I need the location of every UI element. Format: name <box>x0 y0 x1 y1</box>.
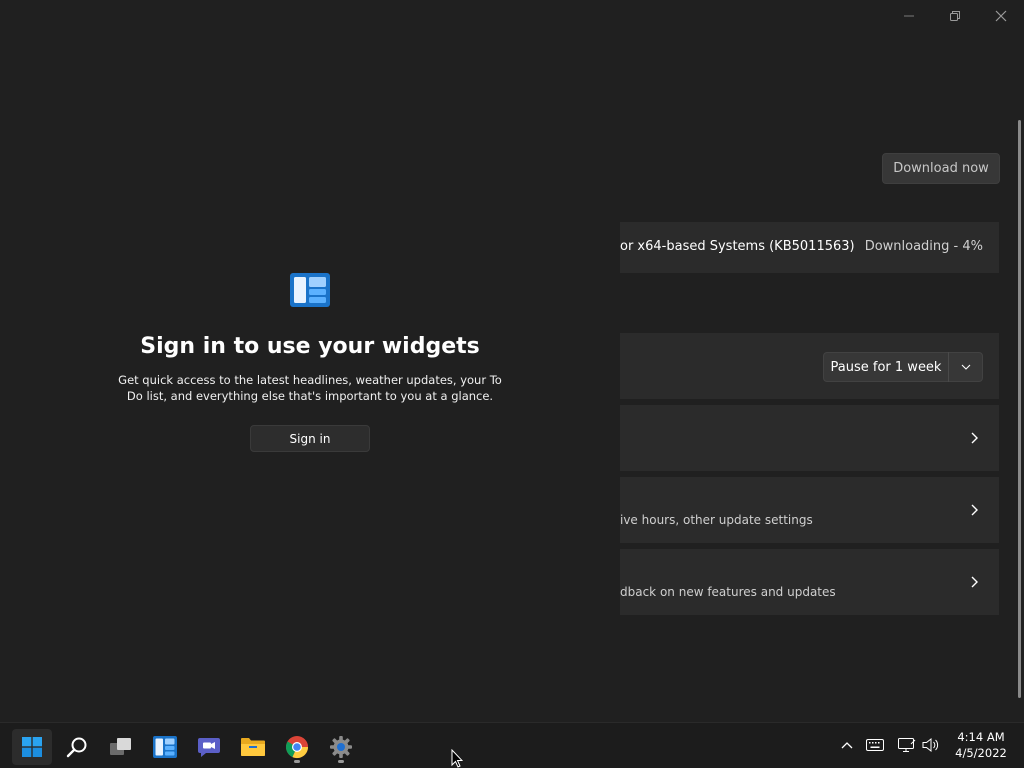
widgets-icon <box>290 273 330 307</box>
chevron-right-icon <box>971 504 978 516</box>
touch-keyboard-button[interactable] <box>865 736 885 754</box>
pause-updates-dropdown[interactable]: Pause for 1 week <box>823 352 983 382</box>
pause-dropdown-value: Pause for 1 week <box>830 359 942 375</box>
chevron-right-icon <box>971 432 978 444</box>
running-indicator <box>294 760 300 763</box>
download-now-button[interactable]: Download now <box>882 153 1000 184</box>
volume-button[interactable] <box>921 736 941 754</box>
taskbar: 4:14 AM 4/5/2022 <box>0 722 1024 768</box>
close-icon <box>995 10 1007 22</box>
chrome-button[interactable] <box>277 729 317 765</box>
windows-logo-icon <box>22 737 42 757</box>
keyboard-icon <box>866 739 884 751</box>
widgets-panel: Sign in to use your widgets Get quick ac… <box>0 0 620 728</box>
show-hidden-icons-button[interactable] <box>837 736 857 754</box>
insider-program-subtitle: dback on new features and updates <box>620 585 836 599</box>
file-explorer-button[interactable] <box>233 729 273 765</box>
update-name: or x64-based Systems (KB5011563) <box>620 239 855 254</box>
chevron-down-icon[interactable] <box>949 353 982 381</box>
task-view-button[interactable] <box>101 729 141 765</box>
teams-chat-icon <box>198 738 220 757</box>
running-indicator <box>338 760 344 763</box>
folder-icon <box>241 738 265 756</box>
widgets-title: Sign in to use your widgets <box>140 334 480 359</box>
pause-updates-card: Pause for 1 week <box>620 333 999 399</box>
gear-icon <box>330 736 352 758</box>
start-button[interactable] <box>12 729 52 765</box>
update-item-row: or x64-based Systems (KB5011563) Downloa… <box>620 222 999 273</box>
search-button[interactable] <box>57 729 97 765</box>
chat-button[interactable] <box>189 729 229 765</box>
widgets-icon <box>153 736 177 758</box>
advanced-options-subtitle: ive hours, other update settings <box>620 513 813 527</box>
restore-button[interactable] <box>932 0 978 32</box>
network-icon <box>898 738 916 752</box>
update-status: Downloading - 4% <box>864 239 983 254</box>
settings-taskbar-button[interactable] <box>321 729 361 765</box>
update-history-card[interactable] <box>620 405 999 471</box>
chrome-icon <box>285 736 309 759</box>
close-button[interactable] <box>978 0 1024 32</box>
scrollbar[interactable] <box>1018 120 1021 698</box>
advanced-options-card[interactable]: ive hours, other update settings <box>620 477 999 543</box>
restore-icon <box>950 11 960 21</box>
minimize-icon <box>904 15 914 17</box>
chevron-up-icon <box>841 742 853 749</box>
network-button[interactable] <box>897 736 917 754</box>
clock-time: 4:14 AM <box>957 730 1005 744</box>
clock[interactable]: 4:14 AM 4/5/2022 <box>946 729 1016 761</box>
widgets-description: Get quick access to the latest headlines… <box>118 373 502 403</box>
chevron-right-icon <box>971 576 978 588</box>
insider-program-card[interactable]: dback on new features and updates <box>620 549 999 615</box>
widgets-taskbar-button[interactable] <box>145 729 185 765</box>
speaker-icon <box>922 737 939 753</box>
search-icon <box>66 737 87 758</box>
minimize-button[interactable] <box>886 0 932 32</box>
mouse-cursor-icon <box>451 749 463 768</box>
task-view-icon <box>110 738 131 755</box>
sign-in-button[interactable]: Sign in <box>250 425 370 452</box>
clock-date: 4/5/2022 <box>955 746 1007 760</box>
